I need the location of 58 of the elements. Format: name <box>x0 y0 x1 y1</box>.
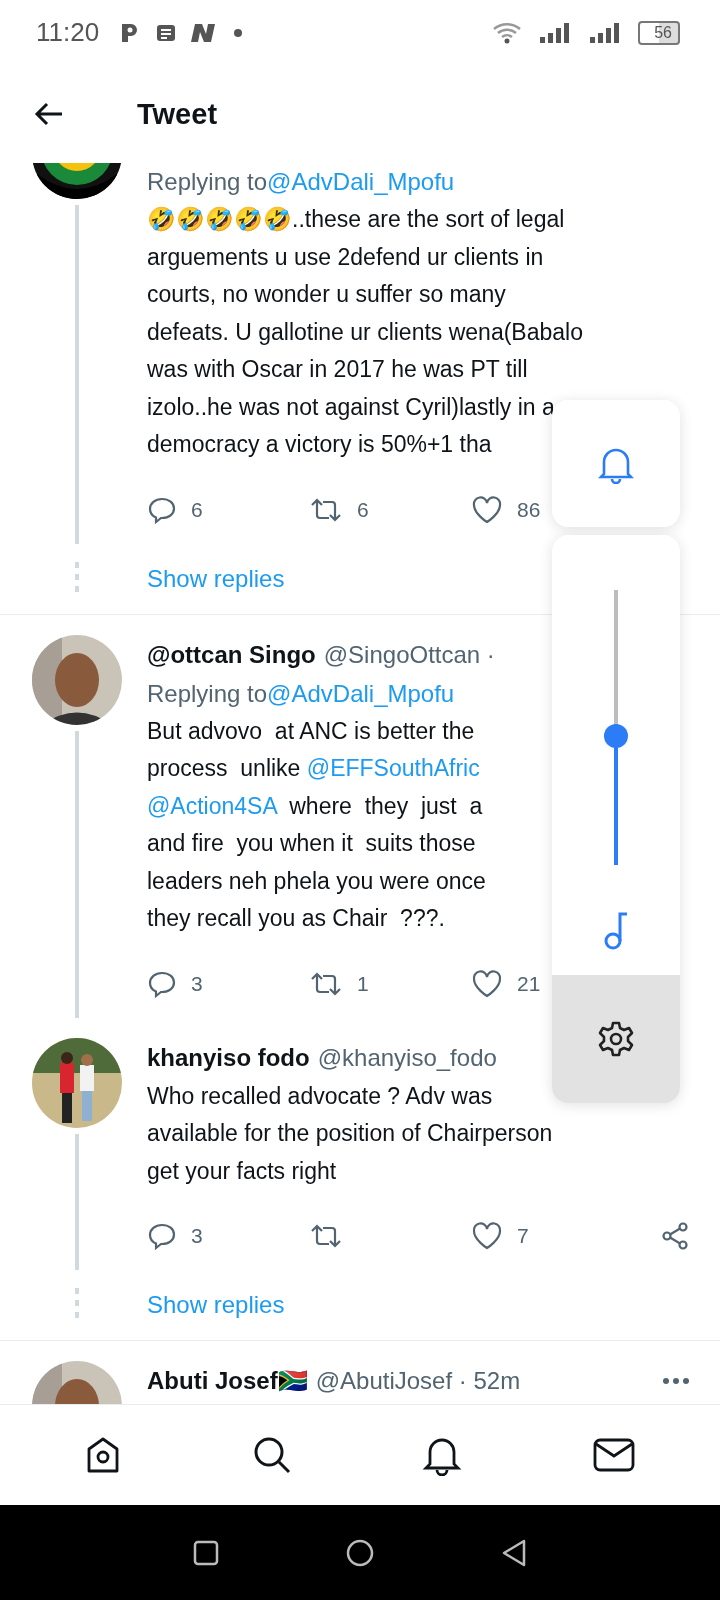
back-icon[interactable] <box>501 1537 527 1568</box>
tweet-text: 🤣🤣🤣🤣🤣..these are the sort of legal <box>147 206 565 232</box>
battery-indicator: 56 <box>638 20 680 45</box>
tweet-text: process unlike <box>147 755 302 781</box>
tweet-text: izolo..he was not against Cyril)lastly in a <box>147 393 555 420</box>
more-icon[interactable] <box>662 1377 690 1385</box>
volume-slider[interactable] <box>614 590 618 865</box>
user-handle: @khanyiso_fodo <box>317 1043 497 1072</box>
retweet-count: 1 <box>357 971 369 996</box>
share-icon[interactable] <box>660 1221 690 1251</box>
page-title: Tweet <box>137 97 218 131</box>
tweet-text: available for the position of Chairperson <box>147 1120 553 1146</box>
show-replies-link[interactable]: Show replies <box>147 564 285 593</box>
tweet-text: But advovo at ANC is better the <box>147 717 475 744</box>
heart-icon[interactable] <box>471 1221 503 1251</box>
mail-icon[interactable] <box>592 1438 635 1472</box>
user-name[interactable]: @ottcan Singo <box>147 640 316 669</box>
tweet-text: defeats. U gallotine ur clients wena(Babalo <box>147 318 583 345</box>
recent-apps-icon[interactable] <box>193 1539 219 1566</box>
settings-button[interactable] <box>552 975 680 1103</box>
tweet-text: they recall you as Chair ???. <box>147 905 445 931</box>
reply-count: 6 <box>191 497 203 522</box>
replying-label: Replying to <box>147 168 268 195</box>
home-button-icon[interactable] <box>345 1537 375 1568</box>
reply-icon[interactable] <box>147 1221 177 1251</box>
tweet-text: democracy a victory is 50%+1 tha <box>147 431 492 457</box>
user-handle: @AbutiJosef · 52m <box>315 1367 521 1395</box>
like-count: 21 <box>517 971 541 996</box>
like-count: 86 <box>517 497 541 522</box>
tweet-text: Who recalled advocate ? Adv was <box>147 1082 493 1109</box>
back-arrow-icon[interactable] <box>34 102 64 126</box>
user-name[interactable]: Abuti Josef🇿🇦 <box>147 1367 308 1395</box>
dot-icon <box>233 27 244 38</box>
replying-label: Replying to <box>147 679 268 707</box>
tweet-text: get your facts right <box>147 1157 337 1184</box>
user-name[interactable]: khanyiso fodo <box>147 1043 310 1072</box>
status-time: 11:20 <box>36 17 100 48</box>
mention-link[interactable]: @EFFSouthAfric <box>306 755 480 781</box>
heart-icon[interactable] <box>471 494 503 525</box>
show-replies-link[interactable]: Show replies <box>147 1291 285 1319</box>
reply-count: 3 <box>191 1224 203 1248</box>
slider-thumb[interactable] <box>604 723 628 748</box>
mention-link[interactable]: @AdvDali_Mpofu <box>267 679 455 707</box>
tweet-text: was with Oscar in 2017 he was PT till <box>147 356 528 382</box>
tweet-text: courts, no wonder u suffer so many <box>147 281 506 307</box>
like-count: 7 <box>517 1224 529 1248</box>
mention-link[interactable]: @AdvDali_Mpofu <box>267 168 455 195</box>
tweet-text: and fire you when it suits those <box>147 830 476 856</box>
reply-count: 3 <box>191 971 203 996</box>
mention-link[interactable]: @Action4SA <box>147 792 277 819</box>
tweet-text: arguements u use 2defend ur clients in <box>147 243 544 270</box>
retweet-count: 6 <box>357 497 369 522</box>
settings-icon[interactable] <box>596 1019 636 1059</box>
music-note-icon <box>603 910 629 950</box>
heart-icon[interactable] <box>471 968 503 999</box>
tweet-text: leaders neh phela you were once <box>147 867 486 894</box>
tweet-text: where they just a <box>288 792 483 819</box>
user-handle: @SingoOttcan · <box>323 640 495 669</box>
